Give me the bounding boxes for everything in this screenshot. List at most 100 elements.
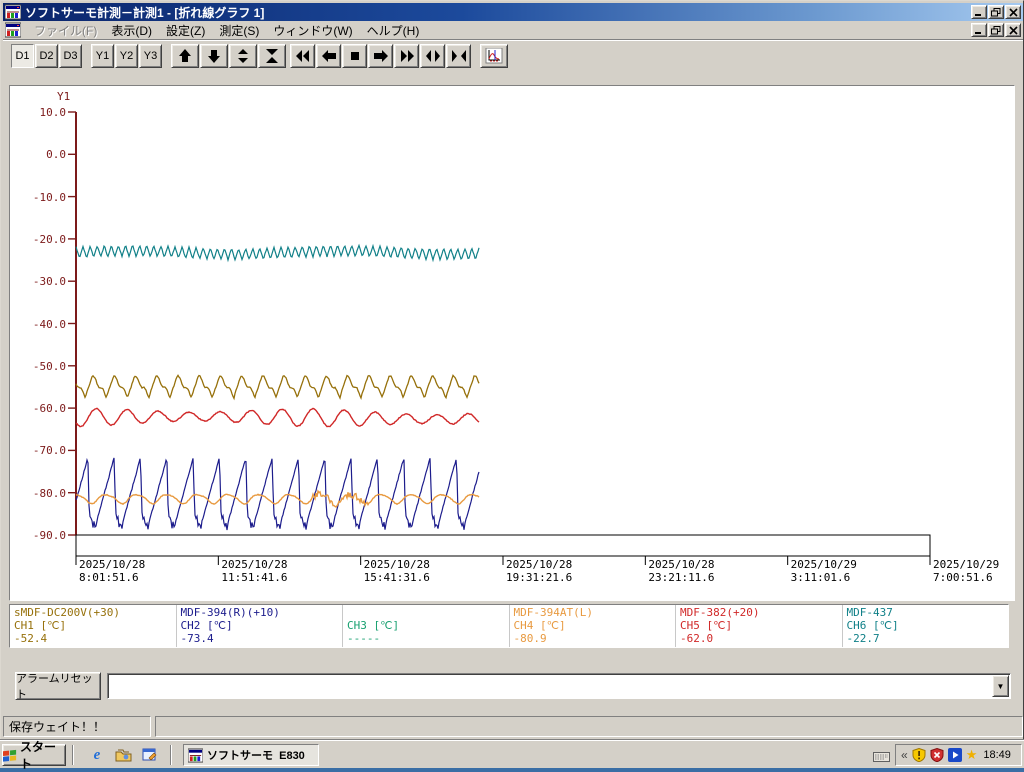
favorites-star-icon[interactable]: ★ xyxy=(966,747,978,763)
chevron-left-icon[interactable]: « xyxy=(901,748,908,762)
status-extra-panel xyxy=(155,716,1023,737)
display1-button[interactable]: D1 xyxy=(11,44,34,68)
x-tick-label: 2025/10/29 3:11:01.6 xyxy=(791,558,857,584)
channel-label: CH1 [℃] xyxy=(14,619,172,632)
mdi-child-icon[interactable] xyxy=(5,22,21,38)
compress-horizontal-icon xyxy=(451,49,467,63)
y-tick-label: 10.0 xyxy=(20,106,66,119)
mdi-restore-button[interactable] xyxy=(988,23,1004,37)
expand-vertical-button[interactable] xyxy=(229,44,257,68)
yaxis1-button[interactable]: Y1 xyxy=(91,44,114,68)
fast-forward-button[interactable] xyxy=(394,44,419,68)
compress-horizontal-button[interactable] xyxy=(446,44,471,68)
yaxis3-button[interactable]: Y3 xyxy=(139,44,162,68)
step-back-button[interactable] xyxy=(316,44,341,68)
scroll-up-icon xyxy=(177,49,193,63)
x-tick-label: 2025/10/28 8:01:51.6 xyxy=(79,558,145,584)
expand-horizontal-button[interactable] xyxy=(420,44,445,68)
restore-icon xyxy=(991,26,1001,35)
y-tick-label: -80.0 xyxy=(20,487,66,500)
alarm-combobox[interactable]: ▼ xyxy=(107,673,1011,699)
series-ch2 xyxy=(76,458,479,530)
close-button[interactable] xyxy=(1005,5,1021,19)
app-icon xyxy=(188,748,203,763)
legend-cell-ch1: sMDF-DC200V(+30)CH1 [℃]-52.4 xyxy=(10,605,177,647)
menu-help[interactable]: ヘルプ(H) xyxy=(360,21,427,40)
graph-stats-button[interactable] xyxy=(480,44,508,68)
menu-window[interactable]: ウィンドウ(W) xyxy=(266,21,359,40)
rewind-button[interactable] xyxy=(290,44,315,68)
stop-icon xyxy=(347,49,363,63)
channel-value: -62.0 xyxy=(680,632,838,645)
y-tick-label: -60.0 xyxy=(20,402,66,415)
step-forward-icon xyxy=(373,49,389,63)
y-tick-label: 0.0 xyxy=(20,148,66,161)
y-tick-label: -30.0 xyxy=(20,275,66,288)
combobox-dropdown-button[interactable]: ▼ xyxy=(992,675,1009,697)
yaxis2-button[interactable]: Y2 xyxy=(115,44,138,68)
graph-stats-icon xyxy=(485,48,503,64)
channel-name: MDF-437 xyxy=(847,606,1005,619)
chevron-down-icon: ▼ xyxy=(997,682,1005,691)
security-alert-shield-icon[interactable] xyxy=(912,748,926,762)
channel-name xyxy=(347,606,505,619)
internet-explorer-icon[interactable]: e xyxy=(88,746,106,764)
expand-vertical-icon xyxy=(235,49,251,63)
scroll-down-button[interactable] xyxy=(200,44,228,68)
window-title: ソフトサーモ計測－計測1 - [折れ線グラフ 1] xyxy=(25,4,970,21)
keyboard-icon[interactable] xyxy=(872,747,890,765)
fast-forward-icon xyxy=(399,49,415,63)
scroll-up-button[interactable] xyxy=(171,44,199,68)
scroll-down-icon xyxy=(206,49,222,63)
system-tray: « ★ 18:49 xyxy=(895,744,1022,766)
start-label: スタート xyxy=(20,738,65,772)
media-play-icon[interactable] xyxy=(948,748,962,762)
legend-cell-ch6: MDF-437CH6 [℃]-22.7 xyxy=(843,605,1009,647)
display3-button[interactable]: D3 xyxy=(59,44,82,68)
minimize-button[interactable] xyxy=(971,5,987,19)
y-tick-label: -70.0 xyxy=(20,444,66,457)
channel-label: CH5 [℃] xyxy=(680,619,838,632)
step-back-icon xyxy=(321,49,337,63)
legend-cell-ch3: CH3 [℃]----- xyxy=(343,605,510,647)
status-message: 保存ウェイト！！ xyxy=(9,718,105,735)
compress-vertical-button[interactable] xyxy=(258,44,286,68)
minimize-icon xyxy=(974,8,984,17)
folders-icon[interactable] xyxy=(114,746,132,764)
y-tick-label: -40.0 xyxy=(20,318,66,331)
restore-button[interactable] xyxy=(988,5,1004,19)
display2-button[interactable]: D2 xyxy=(35,44,58,68)
antivirus-shield-icon[interactable] xyxy=(930,748,944,762)
channel-legend-panel: sMDF-DC200V(+30)CH1 [℃]-52.4MDF-394(R)(+… xyxy=(9,604,1009,648)
restore-icon xyxy=(991,8,1001,17)
x-tick-label: 2025/10/28 23:21:11.6 xyxy=(648,558,714,584)
y-axis-title: Y1 xyxy=(57,90,70,103)
x-tick-label: 2025/10/29 7:00:51.6 xyxy=(933,558,999,584)
alarm-reset-button[interactable]: アラームリセット xyxy=(15,672,101,700)
menu-settings[interactable]: 設定(Z) xyxy=(159,21,212,40)
mdi-close-button[interactable] xyxy=(1005,23,1021,37)
show-desktop-icon[interactable] xyxy=(140,746,158,764)
task-button-softthermo[interactable]: ソフトサーモ E830 xyxy=(183,744,319,766)
y-tick-label: -50.0 xyxy=(20,360,66,373)
channel-name: MDF-394AT(L) xyxy=(514,606,672,619)
menu-file[interactable]: ファイル(F) xyxy=(27,21,104,40)
line-graph-panel: Y1 10.00.0-10.0-20.0-30.0-40.0-50.0-60.0… xyxy=(9,85,1015,601)
mdi-minimize-button[interactable] xyxy=(971,23,987,37)
channel-name: MDF-382(+20) xyxy=(680,606,838,619)
series-ch1 xyxy=(76,375,479,398)
menu-measure[interactable]: 測定(S) xyxy=(212,21,266,40)
step-forward-button[interactable] xyxy=(368,44,393,68)
series-ch6 xyxy=(76,245,479,260)
start-button[interactable]: スタート xyxy=(2,744,66,766)
stop-button[interactable] xyxy=(342,44,367,68)
menu-view[interactable]: 表示(D) xyxy=(104,21,159,40)
taskbar-clock: 18:49 xyxy=(983,749,1011,761)
x-scroll-box[interactable] xyxy=(76,535,930,556)
task-button-label: ソフトサーモ E830 xyxy=(207,747,305,763)
minimize-icon xyxy=(974,26,984,35)
title-bar: ソフトサーモ計測－計測1 - [折れ線グラフ 1] xyxy=(3,3,1023,21)
channel-name: sMDF-DC200V(+30) xyxy=(14,606,172,619)
taskbar-separator xyxy=(72,745,74,765)
channel-value: ----- xyxy=(347,632,505,645)
